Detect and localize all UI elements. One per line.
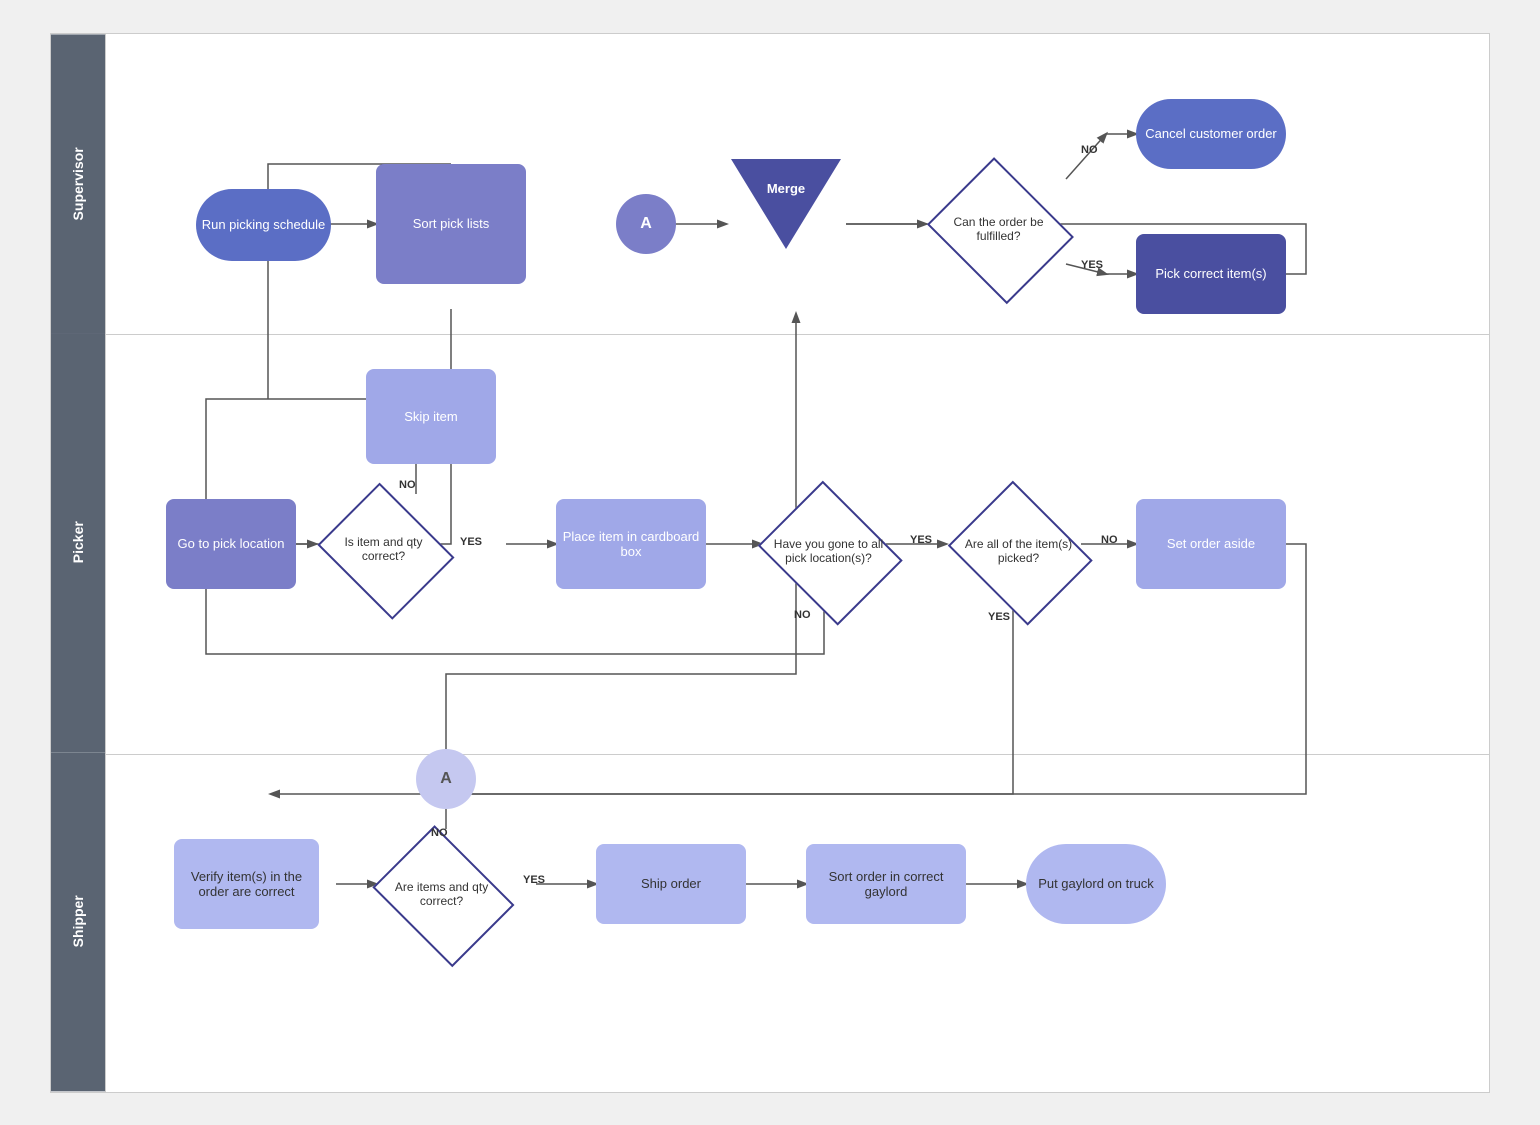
- can-order-diamond: Can the order be fulfilled?: [921, 164, 1076, 294]
- yes-label-5: YES: [523, 874, 545, 886]
- is-item-qty-diamond: Is item and qty correct?: [311, 489, 456, 609]
- verify-items-shape: Verify item(s) in the order are correct: [174, 839, 319, 929]
- no-label-5: NO: [431, 827, 448, 839]
- yes-label-2: YES: [460, 536, 482, 548]
- skip-item-shape: Skip item: [366, 369, 496, 464]
- are-items-qty-diamond: Are items and qty correct?: [364, 834, 519, 954]
- gone-to-all-diamond: Have you gone to all pick location(s)?: [751, 489, 906, 614]
- yes-label-3: YES: [910, 534, 932, 546]
- no-label-1: NO: [1081, 144, 1098, 156]
- diagram-container: Supervisor Picker Shipper: [50, 33, 1490, 1093]
- ship-order-shape: Ship order: [596, 844, 746, 924]
- divider-1: [106, 334, 1489, 335]
- yes-label-4: YES: [988, 611, 1010, 623]
- no-label-2: NO: [399, 479, 416, 491]
- circle-a-bottom: A: [416, 749, 476, 809]
- all-items-picked-diamond: Are all of the item(s) picked?: [941, 489, 1096, 614]
- pick-correct-shape: Pick correct item(s): [1136, 234, 1286, 314]
- go-to-pick-shape: Go to pick location: [166, 499, 296, 589]
- yes-label-1: YES: [1081, 259, 1103, 271]
- diagram-area: Run picking schedule Sort pick lists A M…: [106, 34, 1489, 1092]
- run-picking-shape: Run picking schedule: [196, 189, 331, 261]
- place-item-shape: Place item in cardboard box: [556, 499, 706, 589]
- picker-label: Picker: [51, 333, 105, 752]
- no-label-4: NO: [1101, 534, 1118, 546]
- sort-pick-lists-shape: Sort pick lists: [376, 164, 526, 284]
- merge-shape: Merge: [731, 159, 841, 249]
- circle-a-top: A: [616, 194, 676, 254]
- no-label-3: NO: [794, 609, 811, 621]
- divider-2: [106, 754, 1489, 755]
- sort-gaylord-shape: Sort order in correct gaylord: [806, 844, 966, 924]
- set-order-aside-shape: Set order aside: [1136, 499, 1286, 589]
- put-gaylord-shape: Put gaylord on truck: [1026, 844, 1166, 924]
- shipper-label: Shipper: [51, 752, 105, 1091]
- swim-lane-labels: Supervisor Picker Shipper: [51, 34, 106, 1092]
- supervisor-label: Supervisor: [51, 34, 105, 333]
- cancel-order-shape: Cancel customer order: [1136, 99, 1286, 169]
